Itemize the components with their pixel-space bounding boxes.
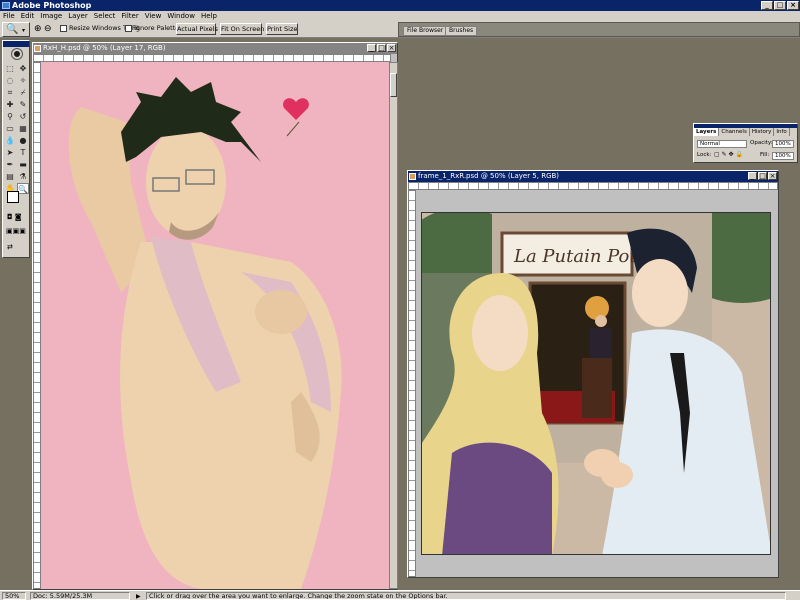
fill-label: Fill:: [760, 152, 770, 158]
illustration-shirtless-man: [41, 62, 389, 589]
gradient-tool-icon[interactable]: ▦: [17, 123, 29, 134]
minimize-button[interactable]: _: [761, 1, 773, 10]
tab-layers[interactable]: Layers: [694, 128, 720, 136]
tool-preset-picker[interactable]: 🔍 ▾: [2, 22, 30, 37]
resize-windows-checkbox[interactable]: [60, 25, 67, 32]
move-tool-icon[interactable]: ✥: [17, 63, 29, 74]
status-hint: Click or drag over the area you want to …: [146, 592, 786, 600]
close-button[interactable]: ×: [787, 1, 799, 10]
document-title: RxH_H.psd @ 50% (Layer 17, RGB): [43, 44, 166, 52]
menu-layer[interactable]: Layer: [65, 12, 91, 20]
tab-channels[interactable]: Channels: [719, 128, 750, 136]
healing-brush-icon[interactable]: ✚: [4, 99, 16, 110]
document-title: frame_1_RxR.psd @ 50% (Layer 5, RGB): [418, 172, 560, 180]
horizontal-ruler: [408, 182, 778, 190]
photoshop-logo-icon: [2, 2, 10, 9]
app-title: Adobe Photoshop: [12, 1, 92, 10]
status-bar: 50% Doc: 5.59M/25.3M ▶ Click or drag ove…: [0, 590, 800, 600]
illustration-couple-restaurant: La Putain Pot: [422, 213, 770, 554]
tab-history[interactable]: History: [750, 128, 775, 136]
menu-view[interactable]: View: [142, 12, 165, 20]
doc-close-button[interactable]: ×: [387, 44, 396, 52]
zoom-tool-icon: 🔍: [6, 24, 19, 35]
screen-mode-icon[interactable]: ▣▣▣: [6, 227, 26, 235]
eraser-tool-icon[interactable]: ▭: [4, 123, 16, 134]
zoom-in-icon[interactable]: ⊕: [34, 24, 42, 34]
adobe-online-icon[interactable]: [12, 49, 22, 59]
shape-tool-icon[interactable]: ▬: [17, 159, 29, 170]
doc-maximize-button[interactable]: □: [377, 44, 386, 52]
palette-well: File Browser Brushes: [398, 22, 800, 37]
dodge-tool-icon[interactable]: ●: [17, 135, 29, 146]
document-window-rxh[interactable]: RxH_H.psd @ 50% (Layer 17, RGB) _ □ ×: [32, 42, 398, 590]
doc-size[interactable]: Doc: 5.59M/25.3M: [30, 592, 130, 600]
blend-mode-select[interactable]: Normal: [697, 140, 747, 148]
vertical-scrollbar[interactable]: [389, 62, 398, 589]
menu-window[interactable]: Window: [164, 12, 198, 20]
zoom-out-icon[interactable]: ⊖: [44, 24, 52, 34]
history-brush-icon[interactable]: ↺: [17, 111, 29, 122]
canvas-restaurant[interactable]: La Putain Pot: [421, 212, 771, 555]
brush-tool-icon[interactable]: ✎: [17, 99, 29, 110]
doc-minimize-button[interactable]: _: [367, 44, 376, 52]
quick-mask-icon[interactable]: ◘ ◙: [7, 213, 22, 221]
menu-bar: File Edit Image Layer Select Filter View…: [0, 11, 800, 21]
options-bar: 🔍 ▾ ⊕ ⊖ Resize Windows To Fit Ignore Pal…: [0, 21, 800, 38]
foreground-color-swatch[interactable]: [7, 191, 19, 203]
menu-filter[interactable]: Filter: [118, 12, 141, 20]
clone-stamp-icon[interactable]: ⚲: [4, 111, 16, 122]
opacity-field[interactable]: 100%: [772, 140, 794, 148]
zoom-level[interactable]: 50%: [2, 592, 26, 600]
jump-to-imageready-icon[interactable]: ⇄: [7, 243, 13, 251]
menu-image[interactable]: Image: [37, 12, 65, 20]
scroll-thumb[interactable]: [390, 73, 397, 97]
pen-tool-icon[interactable]: ✒: [4, 159, 16, 170]
ignore-palettes-checkbox[interactable]: [125, 25, 132, 32]
app-title-bar: Adobe Photoshop _ □ ×: [0, 0, 800, 11]
maximize-button[interactable]: □: [774, 1, 786, 10]
fit-on-screen-button[interactable]: Fit On Screen: [220, 23, 264, 35]
opacity-label: Opacity:: [750, 140, 773, 146]
lasso-tool-icon[interactable]: ◌: [4, 75, 16, 86]
chevron-down-icon: ▾: [22, 27, 26, 34]
horizontal-ruler: [33, 54, 391, 62]
document-icon: [409, 173, 416, 180]
document-title-bar[interactable]: RxH_H.psd @ 50% (Layer 17, RGB) _ □ ×: [33, 43, 397, 54]
layers-palette: Layers Channels History Info Normal Opac…: [693, 123, 798, 163]
actual-pixels-button[interactable]: Actual Pixels: [176, 23, 218, 35]
doc-maximize-button[interactable]: □: [758, 172, 767, 180]
slice-tool-icon[interactable]: ⌿: [17, 87, 29, 98]
lock-label: Lock:: [697, 152, 712, 158]
status-arrow-icon[interactable]: ▶: [136, 592, 141, 600]
vertical-ruler: [408, 190, 416, 577]
lock-icons[interactable]: ▢ ✎ ✥ 🔒: [714, 151, 743, 158]
tab-file-browser[interactable]: File Browser: [403, 26, 448, 36]
doc-close-button[interactable]: ×: [768, 172, 777, 180]
restaurant-sign-text: La Putain Pot: [513, 246, 637, 267]
tab-brushes[interactable]: Brushes: [445, 26, 478, 36]
crop-tool-icon[interactable]: ⌗: [4, 87, 16, 98]
vertical-ruler: [33, 62, 41, 589]
doc-minimize-button[interactable]: _: [748, 172, 757, 180]
menu-edit[interactable]: Edit: [18, 12, 38, 20]
document-window-frame1[interactable]: frame_1_RxR.psd @ 50% (Layer 5, RGB) _ □…: [407, 170, 779, 578]
tab-info[interactable]: Info: [774, 128, 790, 136]
type-tool-icon[interactable]: T: [17, 147, 29, 158]
blur-tool-icon[interactable]: 💧: [4, 135, 16, 146]
toolbox: ⬚ ✥ ◌ ✧ ⌗ ⌿ ✚ ✎ ⚲ ↺ ▭ ▦ 💧 ● ➤ T ✒ ▬ ▤ ⚗ …: [2, 40, 30, 258]
document-title-bar[interactable]: frame_1_RxR.psd @ 50% (Layer 5, RGB) _ □…: [408, 171, 778, 182]
fill-field[interactable]: 100%: [772, 152, 794, 160]
menu-help[interactable]: Help: [198, 12, 220, 20]
notes-tool-icon[interactable]: ▤: [4, 171, 16, 182]
magic-wand-icon[interactable]: ✧: [17, 75, 29, 86]
eyedropper-icon[interactable]: ⚗: [17, 171, 29, 182]
print-size-button[interactable]: Print Size: [266, 23, 298, 35]
document-icon: [34, 45, 41, 52]
marquee-tool-icon[interactable]: ⬚: [4, 63, 16, 74]
menu-file[interactable]: File: [0, 12, 18, 20]
canvas-pink[interactable]: [41, 62, 389, 589]
menu-select[interactable]: Select: [91, 12, 119, 20]
path-select-icon[interactable]: ➤: [4, 147, 16, 158]
